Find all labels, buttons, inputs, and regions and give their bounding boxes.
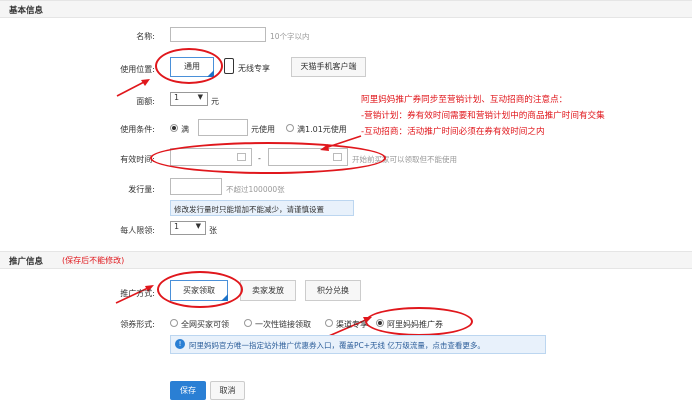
arrow-to-position — [116, 80, 147, 97]
form-label-link: 一次性链接领取 — [255, 320, 311, 329]
method-option-points-label: 积分兑换 — [317, 286, 349, 295]
method-option-seller-label: 卖家发放 — [252, 286, 284, 295]
save-button[interactable]: 保存 — [170, 381, 206, 400]
form-label-all: 全网买家可领 — [181, 320, 229, 329]
cancel-button[interactable]: 取消 — [210, 381, 245, 400]
promo-info-title: 推广信息 — [9, 257, 44, 267]
arrow-to-valid-time — [324, 135, 362, 149]
annotation-ellipse-alimama — [365, 307, 473, 336]
form-label: 领券形式: — [120, 320, 155, 329]
alimama-info-box[interactable]: ! 阿里妈妈官方唯一指定站外推广优惠券入口，覆盖PC+无线 亿万级流量，点击查看… — [170, 335, 546, 354]
promo-info-note: (保存后不能修改) — [62, 256, 125, 265]
alimama-info-text: 阿里妈妈官方唯一指定站外推广优惠券入口，覆盖PC+无线 亿万级流量，点击查看更多… — [189, 341, 485, 350]
method-label: 推广方式: — [120, 289, 155, 298]
form-label-channel: 渠道专享 — [336, 320, 368, 329]
annotation-circle-method — [157, 271, 243, 308]
method-option-points[interactable]: 积分兑换 — [305, 280, 361, 301]
arrow-head — [320, 144, 329, 151]
info-icon: ! — [175, 339, 185, 349]
promo-info-header: 推广信息 (保存后不能修改) — [0, 251, 692, 269]
form-radio-link[interactable] — [244, 319, 252, 327]
form-radio-all[interactable] — [170, 319, 178, 327]
form-radio-channel[interactable] — [325, 319, 333, 327]
method-option-seller[interactable]: 卖家发放 — [240, 280, 296, 301]
